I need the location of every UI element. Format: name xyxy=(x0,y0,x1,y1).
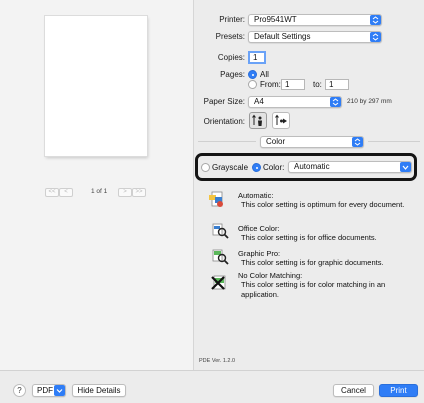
pages-all-label: All xyxy=(260,70,269,79)
copies-field[interactable]: 1 xyxy=(248,51,266,64)
pdf-menu-button[interactable]: PDF xyxy=(32,384,66,397)
office-color-title: Office Color: xyxy=(238,224,280,233)
paper-size-dimensions: 210 by 297 mm xyxy=(347,98,392,105)
paper-size-label: Paper Size: xyxy=(203,97,245,106)
graphic-pro-icon xyxy=(211,248,229,266)
chevron-updown-icon xyxy=(330,97,341,107)
office-color-description: This color setting is for office documen… xyxy=(241,233,377,242)
graphic-pro-title: Graphic Pro: xyxy=(238,249,281,258)
pages-to-label: to: xyxy=(313,80,322,89)
pages-all-radio[interactable] xyxy=(248,70,257,79)
chevron-down-icon xyxy=(400,162,411,172)
presets-value: Default Settings xyxy=(254,32,311,41)
pages-range-radio[interactable] xyxy=(248,80,257,89)
automatic-title: Automatic: xyxy=(238,191,274,200)
copies-label: Copies: xyxy=(217,53,245,62)
presets-popup[interactable]: Default Settings xyxy=(248,31,382,43)
portrait-icon xyxy=(252,114,262,126)
previous-page-button[interactable]: < xyxy=(59,188,73,197)
paper-size-value: A4 xyxy=(254,97,264,106)
grayscale-label: Grayscale xyxy=(212,163,249,172)
no-color-matching-title: No Color Matching: xyxy=(238,271,303,280)
automatic-description: This color setting is optimum for every … xyxy=(241,200,405,209)
page-indicator: 1 of 1 xyxy=(91,188,108,195)
first-page-button[interactable]: << xyxy=(45,188,59,197)
pdf-label: PDF xyxy=(37,386,53,395)
color-radio[interactable] xyxy=(252,163,261,172)
portrait-orientation-button[interactable] xyxy=(249,112,267,129)
grayscale-radio[interactable] xyxy=(201,163,210,172)
orientation-label: Orientation: xyxy=(203,117,245,126)
presets-label: Presets: xyxy=(215,32,245,41)
pages-label: Pages: xyxy=(220,70,245,79)
page-preview xyxy=(45,16,147,156)
color-label: Color: xyxy=(263,163,285,172)
color-mode-popup[interactable]: Automatic xyxy=(288,161,412,173)
automatic-color-icon xyxy=(208,191,226,209)
hide-details-button[interactable]: Hide Details xyxy=(72,384,126,397)
chevron-updown-icon xyxy=(370,32,381,42)
help-button[interactable]: ? xyxy=(13,384,26,397)
pages-from-label: From: xyxy=(260,80,281,89)
print-button[interactable]: Print xyxy=(379,384,418,397)
chevron-updown-icon xyxy=(370,15,381,25)
office-color-icon xyxy=(211,222,229,240)
paper-size-popup[interactable]: A4 xyxy=(248,96,342,108)
graphic-pro-description: This color setting is for graphic docume… xyxy=(241,258,384,267)
landscape-icon xyxy=(275,114,287,125)
pages-from-field[interactable]: 1 xyxy=(281,79,305,90)
section-separator-right xyxy=(368,141,420,142)
chevron-updown-icon xyxy=(352,137,363,147)
chevron-down-icon xyxy=(54,385,65,396)
color-mode-value: Automatic xyxy=(294,162,330,171)
next-page-button[interactable]: > xyxy=(118,188,132,197)
pages-to-field[interactable]: 1 xyxy=(325,79,349,90)
section-value: Color xyxy=(266,137,286,146)
printer-label: Printer: xyxy=(219,15,245,24)
last-page-button[interactable]: >> xyxy=(132,188,146,197)
section-separator-left xyxy=(198,141,256,142)
no-color-matching-description-line1: This color setting is for color matching… xyxy=(241,280,386,289)
no-color-matching-description-line2: application. xyxy=(241,290,279,299)
section-popup[interactable]: Color xyxy=(260,136,364,148)
pde-version: PDE Ver. 1.2.0 xyxy=(199,358,236,364)
landscape-orientation-button[interactable] xyxy=(272,112,290,129)
printer-popup[interactable]: Pro9541WT xyxy=(248,14,382,26)
no-color-matching-icon xyxy=(210,274,228,292)
printer-value: Pro9541WT xyxy=(254,15,297,24)
cancel-button[interactable]: Cancel xyxy=(333,384,374,397)
